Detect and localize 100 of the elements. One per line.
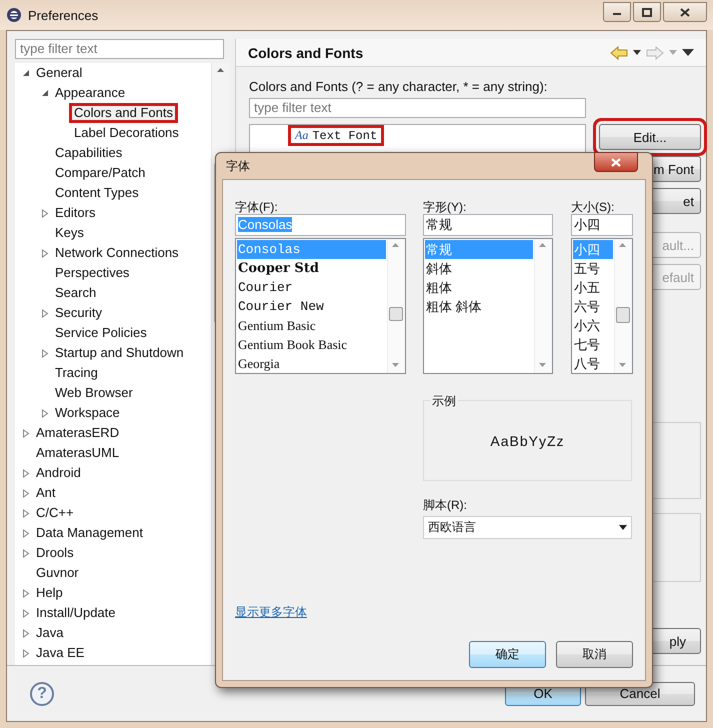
collapsed-arrow-icon[interactable] [22, 488, 30, 498]
collapsed-arrow-icon[interactable] [22, 428, 30, 438]
back-arrow-icon[interactable] [610, 46, 628, 60]
list-item[interactable]: 小六 [573, 316, 613, 335]
tree-item[interactable]: Capabilities [50, 143, 128, 163]
tree-item[interactable]: AmaterasUML [31, 443, 124, 463]
tree-item[interactable]: Data Management [31, 523, 148, 543]
dropdown-caret-icon[interactable] [633, 50, 641, 56]
filter-label: Colors and Fonts (? = any character, * = any string): [249, 79, 548, 94]
tree-item[interactable]: AmaterasERD [31, 423, 124, 443]
help-button[interactable]: ? [30, 682, 54, 706]
tree-item[interactable]: Search [50, 283, 102, 303]
font-size-label: 大小(S): [571, 199, 616, 214]
tree-item[interactable]: Label Decorations [69, 123, 184, 143]
tree-item[interactable]: Colors and Fonts [69, 103, 178, 123]
sample-label: 示例 [430, 393, 458, 410]
dropdown-caret-icon [619, 525, 627, 530]
filter-field[interactable]: type filter text [15, 39, 224, 59]
menu-caret-icon[interactable] [682, 48, 694, 56]
scrollbar-thumb[interactable] [389, 307, 403, 321]
close-button[interactable] [663, 2, 707, 22]
list-item[interactable]: Courier New [237, 297, 386, 316]
font-size-field[interactable]: 小四 [571, 214, 633, 236]
list-item[interactable]: 八号 [573, 354, 613, 373]
collapsed-arrow-icon[interactable] [22, 588, 30, 598]
tree-item[interactable]: Ant [31, 483, 61, 503]
app-icon [6, 7, 22, 23]
collapsed-arrow-icon[interactable] [22, 648, 30, 658]
scrollbar-thumb[interactable] [616, 307, 630, 323]
tree-item[interactable]: Security [50, 303, 107, 323]
collapsed-arrow-icon[interactable] [41, 248, 49, 258]
list-item[interactable]: Georgia [237, 354, 386, 373]
collapsed-arrow-icon[interactable] [41, 308, 49, 318]
list-item[interactable]: 五号 [573, 259, 613, 278]
collapsed-arrow-icon[interactable] [41, 348, 49, 358]
font-name-label: 字体(F): [235, 199, 279, 214]
collapsed-arrow-icon[interactable] [41, 408, 49, 418]
tree-item[interactable]: Help [31, 583, 68, 603]
tree-item-label: Text Font [312, 128, 378, 142]
tree-item[interactable]: Java [31, 623, 68, 643]
collapsed-arrow-icon[interactable] [22, 508, 30, 518]
tree-item[interactable]: C/C++ [31, 503, 79, 523]
filter-field[interactable]: type filter text [249, 98, 586, 118]
tree-item[interactable]: Service Policies [50, 323, 152, 343]
dialog-title: 字体 [226, 158, 251, 174]
sample-text: AaBbYyZz [490, 432, 565, 448]
tree-item[interactable]: Guvnor [31, 563, 84, 583]
list-item[interactable]: Courier [237, 278, 386, 297]
script-label: 脚本(R): [423, 497, 468, 512]
window-title: Preferences [28, 8, 100, 22]
tree-item[interactable]: Content Types [50, 183, 144, 203]
font-icon: Aa [295, 128, 308, 143]
tree-item[interactable]: Appearance [50, 83, 130, 103]
font-style-list[interactable]: 常规 斜体 粗体 粗体 斜体 [423, 238, 553, 374]
list-item[interactable]: 斜体 [425, 259, 533, 278]
minimize-button[interactable] [603, 2, 631, 22]
tree-item[interactable]: Android [31, 463, 86, 483]
font-style-label: 字形(Y): [423, 199, 468, 214]
list-item[interactable]: Gentium Book Basic [237, 335, 386, 354]
tree-item[interactable]: Aa Text Font [288, 125, 384, 146]
cancel-button[interactable]: 取消 [556, 641, 633, 668]
collapsed-arrow-icon[interactable] [22, 628, 30, 638]
list-item[interactable]: 七号 [573, 335, 613, 354]
maximize-icon [642, 8, 652, 16]
font-size-list[interactable]: 小四 五号 小五 六号 小六 七号 八号 [571, 238, 633, 374]
tree-item[interactable]: Compare/Patch [50, 163, 150, 183]
collapsed-arrow-icon[interactable] [22, 608, 30, 618]
collapsed-arrow-icon[interactable] [41, 208, 49, 218]
tree-item[interactable]: Tracing [50, 363, 103, 383]
list-item[interactable]: Gentium Basic [237, 316, 386, 335]
script-dropdown[interactable]: 西欧语言 [423, 516, 632, 539]
list-item[interactable]: 粗体 斜体 [425, 297, 533, 316]
forward-arrow-icon[interactable] [646, 46, 664, 60]
tree-item[interactable]: Keys [50, 223, 89, 243]
font-style-field[interactable]: 常规 [423, 214, 553, 236]
tree-item[interactable]: Editors [50, 203, 100, 223]
tree-item[interactable]: Web Browser [50, 383, 138, 403]
collapsed-arrow-icon[interactable] [22, 528, 30, 538]
close-button[interactable] [594, 152, 638, 172]
tree-item[interactable]: Install/Update [31, 603, 120, 623]
tree-item[interactable]: Network Connections [50, 243, 184, 263]
more-fonts-link[interactable]: 显示更多字体 [235, 604, 307, 621]
font-name-list[interactable]: Consolas Cooper Std Courier Courier New Gentium Basic Gentium Book Basic Georgia [235, 238, 406, 374]
maximize-button[interactable] [633, 2, 661, 22]
expanded-arrow-icon[interactable] [22, 69, 30, 77]
tree-item[interactable]: Perspectives [50, 263, 134, 283]
tree-item[interactable]: General [31, 63, 88, 83]
list-item[interactable]: 六号 [573, 297, 613, 316]
expanded-arrow-icon[interactable] [41, 89, 49, 97]
confirm-button[interactable]: 确定 [469, 641, 546, 668]
list-item[interactable]: Cooper Std [237, 259, 386, 278]
tree-item[interactable]: Workspace [50, 403, 125, 423]
collapsed-arrow-icon[interactable] [22, 468, 30, 478]
list-item[interactable]: 粗体 [425, 278, 533, 297]
tree-item[interactable]: Drools [31, 543, 79, 563]
tree-item[interactable]: Java EE [31, 643, 90, 663]
tree-item[interactable]: Startup and Shutdown [50, 343, 189, 363]
close-icon [680, 8, 690, 16]
collapsed-arrow-icon[interactable] [22, 548, 30, 558]
list-item[interactable]: 小五 [573, 278, 613, 297]
